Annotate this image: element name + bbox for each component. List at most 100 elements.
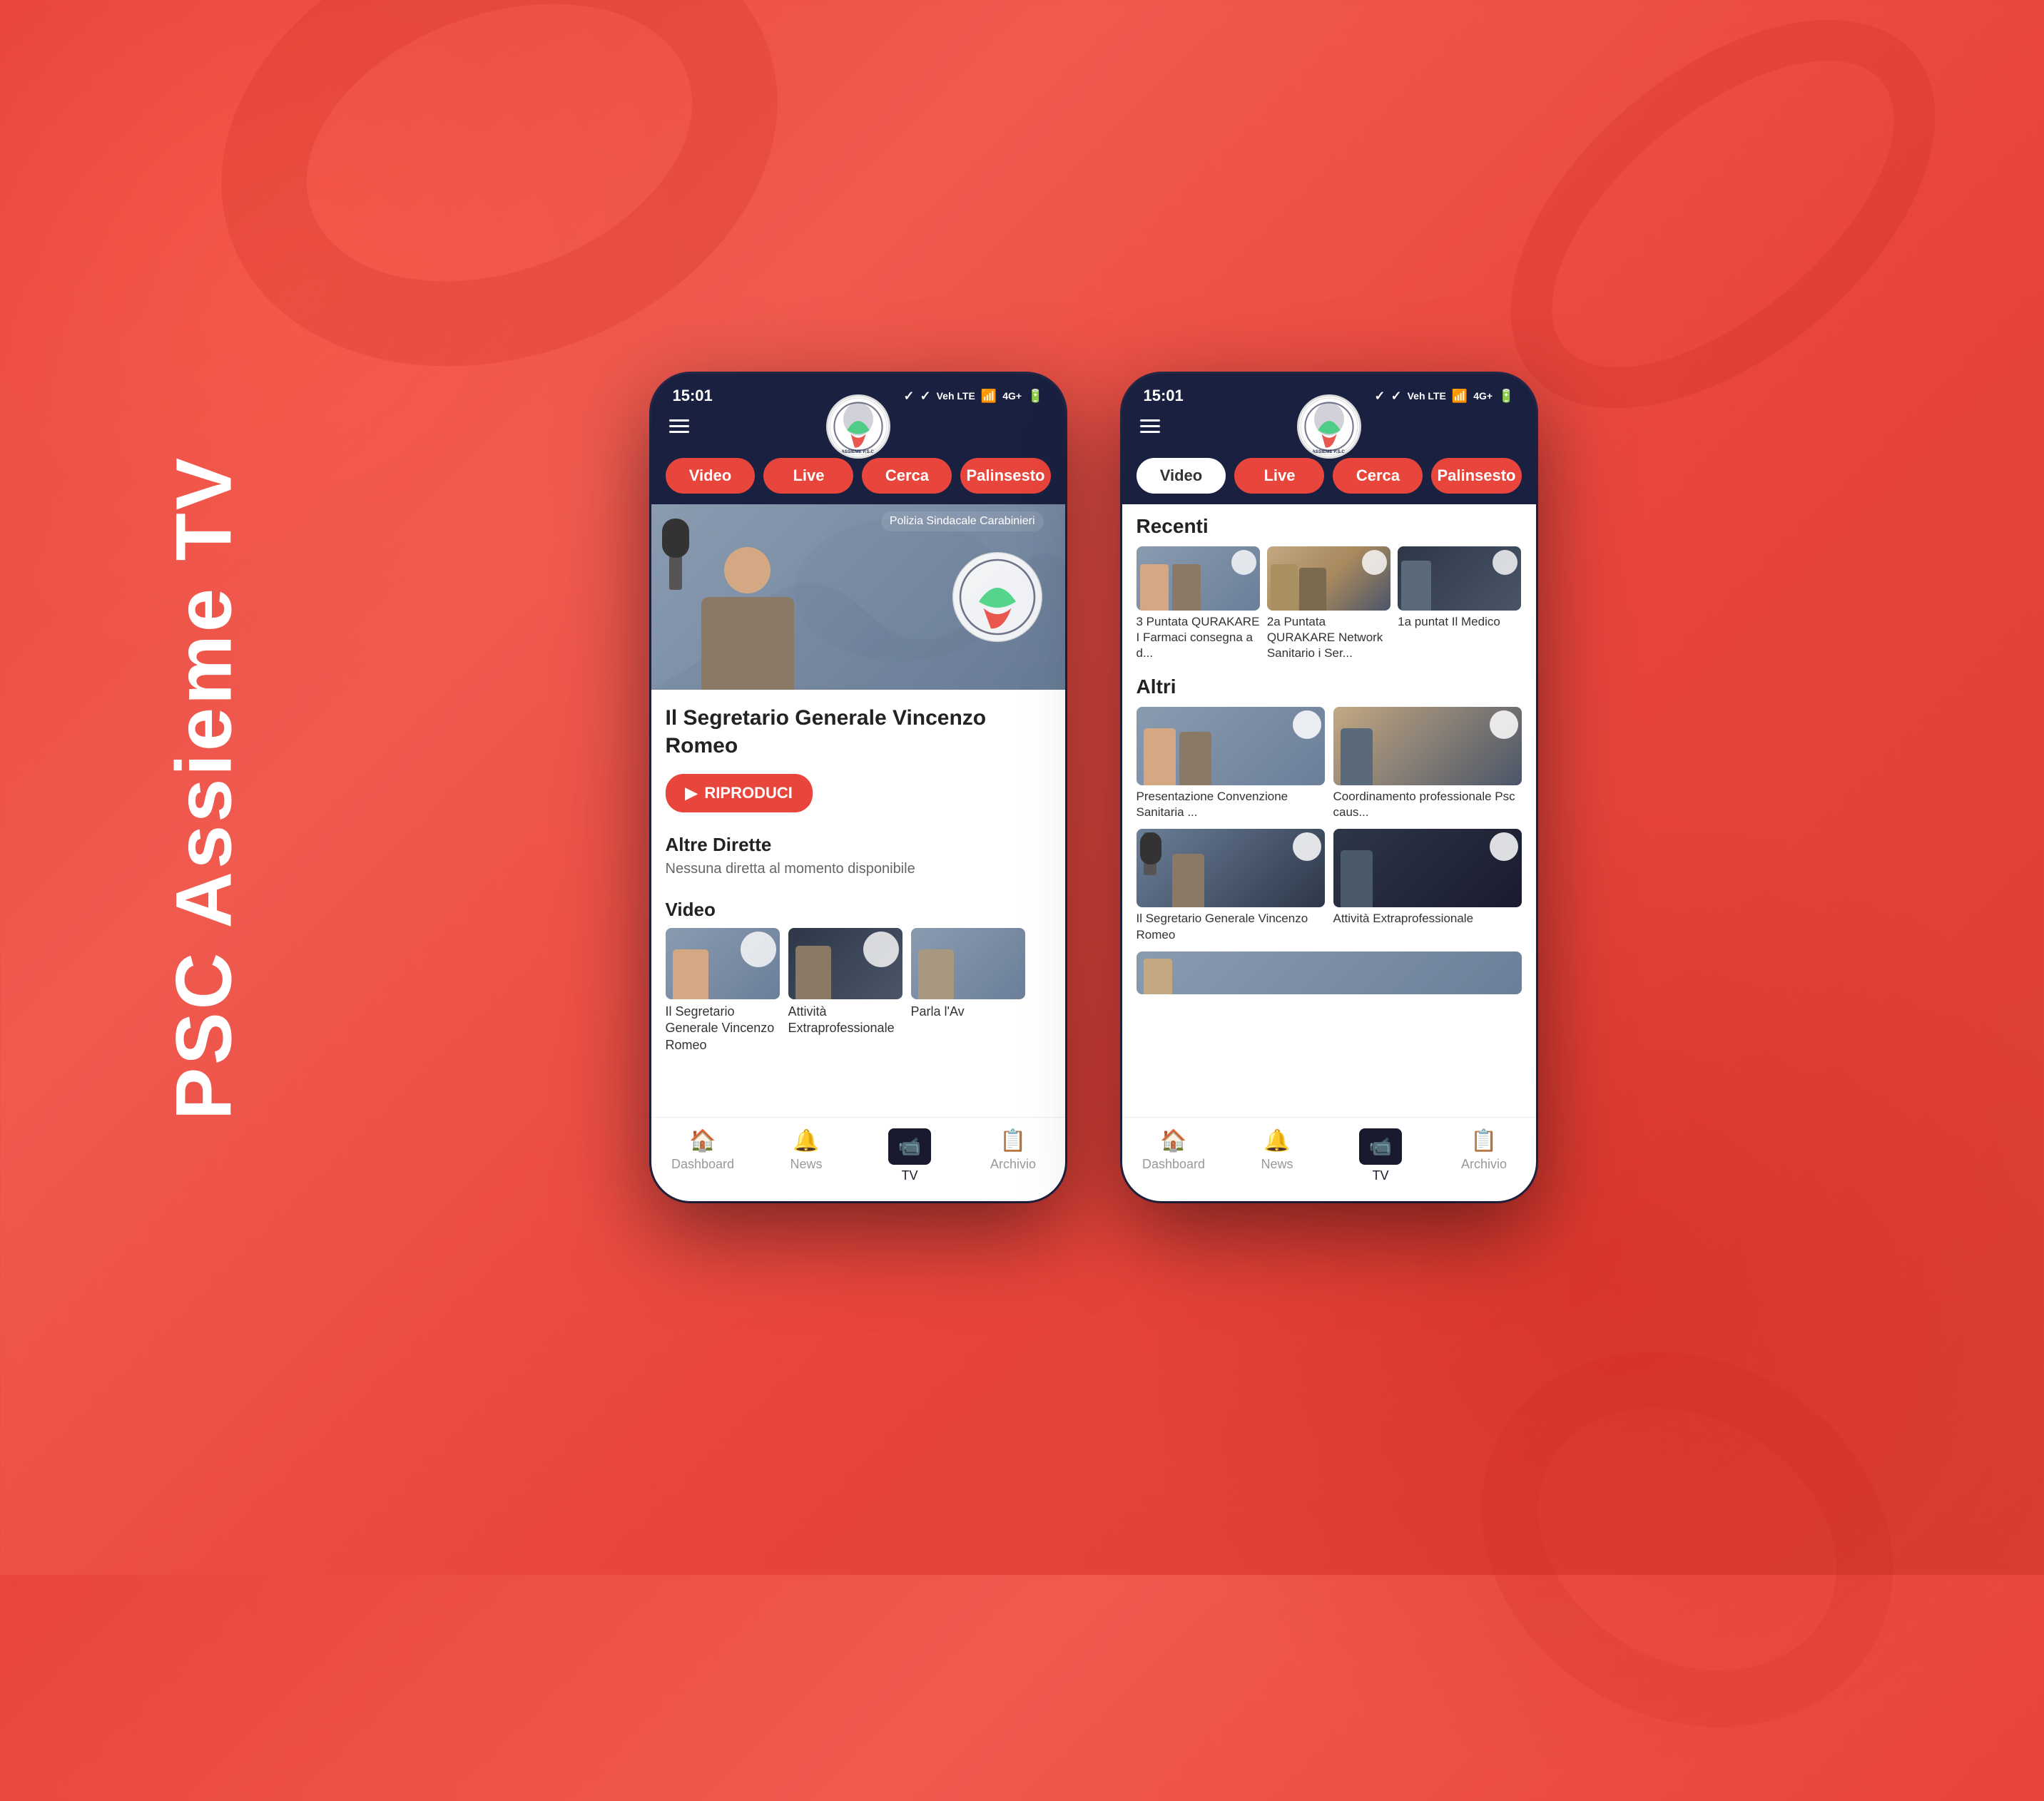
nav-dashboard-label-right: Dashboard xyxy=(1142,1157,1205,1172)
recent-thumb-3 xyxy=(1398,546,1521,611)
video-card-label-1: Il Segretario Generale Vincenzo Romeo xyxy=(666,1004,780,1053)
video-thumb-3 xyxy=(911,928,1025,999)
video-section-title: Video xyxy=(651,888,1065,928)
altri-label-3: Il Segretario Generale Vincenzo Romeo xyxy=(1137,911,1325,942)
tab-palinsesto-right[interactable]: Palinsesto xyxy=(1431,458,1521,494)
status-icons-left: ✓ ✓ Veh LTE 📶 4G+ 🔋 xyxy=(903,389,1043,404)
signal-text: Veh LTE xyxy=(937,390,975,402)
app-vertical-title: PSC Assieme TV xyxy=(159,455,250,1120)
signal-text-r: Veh LTE xyxy=(1408,390,1446,402)
nav-dashboard-left[interactable]: 🏠 Dashboard xyxy=(651,1128,755,1183)
nav-tv-right[interactable]: 📹 TV xyxy=(1329,1128,1433,1183)
svg-text:ASSIEME P.S.C.: ASSIEME P.S.C. xyxy=(1312,449,1346,454)
altri-card-1[interactable]: Presentazione Convenzione Sanitaria ... xyxy=(1137,707,1325,820)
altri-section: Altri Presentazione Convenzione Sanitari… xyxy=(1122,668,1536,1001)
nav-dashboard-right[interactable]: 🏠 Dashboard xyxy=(1122,1128,1226,1183)
video-card-2[interactable]: Attività Extraprofessionale xyxy=(788,928,902,1053)
nav-news-label-right: News xyxy=(1261,1157,1293,1172)
tv-icon-right: 📹 xyxy=(1359,1128,1402,1165)
video-thumb-2 xyxy=(788,928,902,999)
check2-icon: ✓ xyxy=(920,389,931,404)
status-icons-right: ✓ ✓ Veh LTE 📶 4G+ 🔋 xyxy=(1374,389,1514,404)
wifi-icon: 📶 xyxy=(981,389,997,404)
tab-palinsesto-left[interactable]: Palinsesto xyxy=(960,458,1050,494)
nav-tv-left[interactable]: 📹 TV xyxy=(858,1128,962,1183)
nav-archivio-left[interactable]: 📋 Archivio xyxy=(962,1128,1065,1183)
wifi-icon-r: 📶 xyxy=(1452,389,1468,404)
content-left: Polizia Sindacale Carabinieri Il Segreta… xyxy=(651,504,1065,1117)
altri-label-4: Attività Extraprofessionale xyxy=(1333,911,1522,927)
bottom-nav-left: 🏠 Dashboard 🔔 News 📹 TV 📋 Archivio xyxy=(651,1117,1065,1201)
mic-head xyxy=(662,519,689,558)
recents-row: 3 Puntata QURAKARE I Farmaci consegna a … xyxy=(1137,546,1522,661)
tab-cerca-left[interactable]: Cerca xyxy=(862,458,952,494)
recent-card-1[interactable]: 3 Puntata QURAKARE I Farmaci consegna a … xyxy=(1137,546,1260,661)
nav-archivio-right[interactable]: 📋 Archivio xyxy=(1433,1128,1536,1183)
play-label: RIPRODUCI xyxy=(704,784,792,802)
battery-icon-r: 🔋 xyxy=(1498,389,1514,404)
svg-text:ASSIEME P.S.C.: ASSIEME P.S.C. xyxy=(841,449,875,454)
nav-news-right[interactable]: 🔔 News xyxy=(1226,1128,1329,1183)
check-icon: ✓ xyxy=(903,389,914,404)
altre-dirette-subtitle: Nessuna diretta al momento disponibile xyxy=(651,859,1065,888)
video-card-3[interactable]: Parla l'Av xyxy=(911,928,1025,1053)
phones-container: 15:01 ✓ ✓ Veh LTE 📶 4G+ 🔋 xyxy=(651,374,1536,1201)
tab-live-left[interactable]: Live xyxy=(763,458,853,494)
recenti-section: Recenti 3 Puntata QURAKARE I Farmaci con… xyxy=(1122,504,1536,668)
nav-dashboard-label-left: Dashboard xyxy=(671,1157,734,1172)
tab-live-right[interactable]: Live xyxy=(1234,458,1324,494)
logo-svg-right: ASSIEME P.S.C. xyxy=(1299,397,1359,456)
tab-video-left[interactable]: Video xyxy=(666,458,756,494)
altri-card-2[interactable]: Coordinamento professionale Psc caus... xyxy=(1333,707,1522,820)
altri-title: Altri xyxy=(1137,675,1522,698)
video-card-1[interactable]: Il Segretario Generale Vincenzo Romeo xyxy=(666,928,780,1053)
nav-news-left[interactable]: 🔔 News xyxy=(755,1128,858,1183)
hamburger-menu-right[interactable] xyxy=(1140,419,1160,433)
logo-watermark-right xyxy=(951,551,1044,643)
tab-video-right[interactable]: Video xyxy=(1137,458,1226,494)
phone-right: 15:01 ✓ ✓ Veh LTE 📶 4G+ 🔋 xyxy=(1122,374,1536,1201)
time-left: 15:01 xyxy=(673,387,713,405)
video-card-label-3: Parla l'Av xyxy=(911,1004,1025,1020)
altri-thumb-3 xyxy=(1137,829,1325,907)
nav-tv-label-left: TV xyxy=(901,1168,917,1183)
archive-icon-left: 📋 xyxy=(1000,1128,1026,1153)
recent-label-3: 1a puntat Il Medico xyxy=(1398,614,1521,630)
archive-icon-right: 📋 xyxy=(1470,1128,1497,1153)
altri-card-4[interactable]: Attività Extraprofessionale xyxy=(1333,829,1522,942)
play-icon: ▶ xyxy=(686,784,698,802)
tab-cerca-right[interactable]: Cerca xyxy=(1333,458,1423,494)
time-right: 15:01 xyxy=(1144,387,1184,405)
altri-grid: Presentazione Convenzione Sanitaria ... … xyxy=(1137,707,1522,942)
content-right: Recenti 3 Puntata QURAKARE I Farmaci con… xyxy=(1122,504,1536,1117)
recent-card-3[interactable]: 1a puntat Il Medico xyxy=(1398,546,1521,661)
check-icon-r: ✓ xyxy=(1374,389,1385,404)
nav-archivio-label-left: Archivio xyxy=(990,1157,1036,1172)
battery-icon: 🔋 xyxy=(1027,389,1043,404)
home-icon-right: 🏠 xyxy=(1160,1128,1186,1153)
network-badge: 4G+ xyxy=(1002,390,1022,402)
hamburger-menu-left[interactable] xyxy=(669,419,689,433)
recent-thumb-1 xyxy=(1137,546,1260,611)
altri-thumb-4 xyxy=(1333,829,1522,907)
play-button[interactable]: ▶ RIPRODUCI xyxy=(666,774,813,812)
logo-left: ASSIEME P.S.C. xyxy=(826,394,890,459)
phone-left: 15:01 ✓ ✓ Veh LTE 📶 4G+ 🔋 xyxy=(651,374,1065,1201)
recent-card-2[interactable]: 2a Puntata QURAKARE Network Sanitario i … xyxy=(1267,546,1390,661)
recent-label-2: 2a Puntata QURAKARE Network Sanitario i … xyxy=(1267,614,1390,661)
recenti-title: Recenti xyxy=(1137,515,1522,538)
extra-thumb[interactable] xyxy=(1137,951,1522,994)
main-video-thumb[interactable]: Polizia Sindacale Carabinieri xyxy=(651,504,1065,690)
nav-archivio-label-right: Archivio xyxy=(1461,1157,1507,1172)
nav-tv-label-right: TV xyxy=(1372,1168,1388,1183)
psc-badge: Polizia Sindacale Carabinieri xyxy=(881,511,1044,531)
altri-card-3[interactable]: Il Segretario Generale Vincenzo Romeo xyxy=(1137,829,1325,942)
altri-label-2: Coordinamento professionale Psc caus... xyxy=(1333,789,1522,820)
logo-svg-left: ASSIEME P.S.C. xyxy=(828,397,888,456)
network-badge-r: 4G+ xyxy=(1473,390,1493,402)
home-icon-left: 🏠 xyxy=(689,1128,716,1153)
altri-label-1: Presentazione Convenzione Sanitaria ... xyxy=(1137,789,1325,820)
altre-dirette-title: Altre Dirette xyxy=(651,827,1065,859)
nav-bar-right: ASSIEME P.S.C. xyxy=(1122,412,1536,447)
recent-label-1: 3 Puntata QURAKARE I Farmaci consegna a … xyxy=(1137,614,1260,661)
